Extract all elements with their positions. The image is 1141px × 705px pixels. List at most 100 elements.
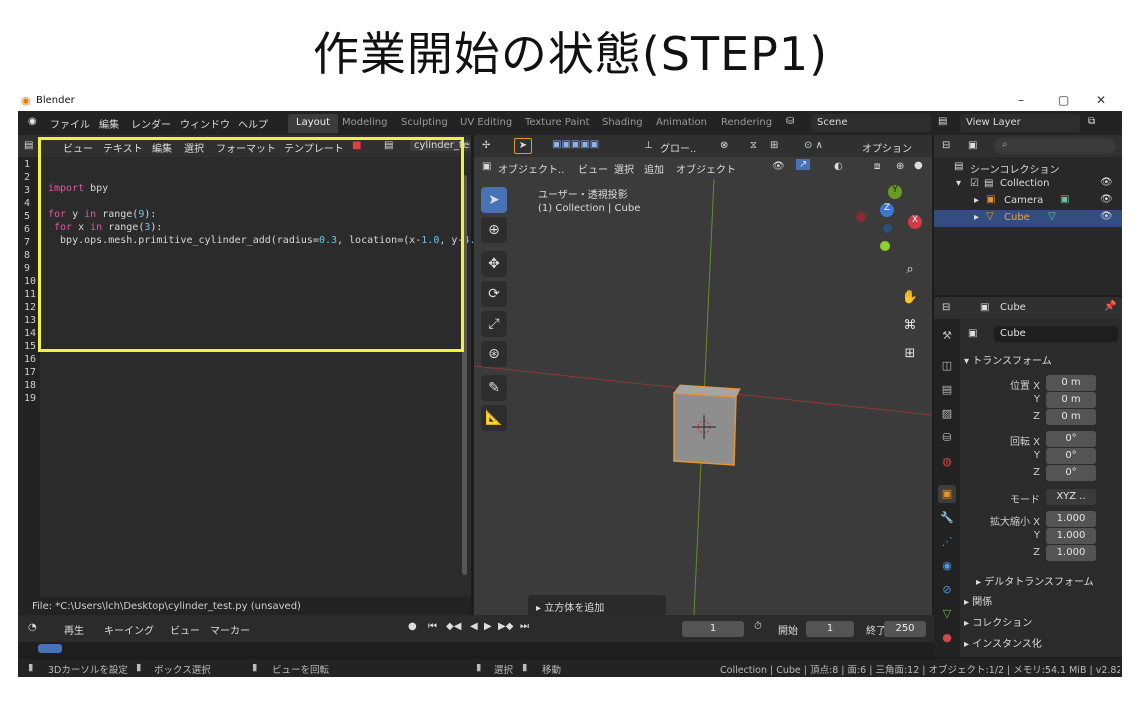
orientation-icon[interactable]: ⊥ [644, 140, 653, 151]
annotate-tool[interactable]: ✎ [481, 375, 507, 401]
end-frame-field[interactable]: 250 [884, 621, 926, 637]
gizmo-neg-z[interactable] [883, 224, 892, 233]
rotate-tool[interactable]: ⟳ [481, 281, 507, 307]
move-tool[interactable]: ✥ [481, 251, 507, 277]
new-view-layer-icon[interactable]: ⧉ [1088, 116, 1095, 127]
collections-section[interactable]: ▸ コレクション [964, 614, 1032, 629]
visibility-icon[interactable]: 👁 [772, 161, 785, 172]
text-file-name[interactable]: cylinder_test [410, 140, 470, 151]
mode-dropdown[interactable]: オブジェクト.. [498, 161, 564, 176]
scene-selector[interactable]: Scene [811, 114, 931, 132]
expand-arrow-icon[interactable]: ▾ [956, 178, 961, 189]
play-reverse-icon[interactable]: ◀ [470, 621, 478, 632]
blender-menu-icon[interactable]: ◉ [28, 116, 37, 127]
physics-tab-icon[interactable]: ◉ [938, 557, 956, 575]
jump-start-icon[interactable]: ⏮ [428, 621, 437, 632]
cursor-tool[interactable]: ⊕ [481, 217, 507, 243]
relations-section[interactable]: ▸ 関係 [964, 593, 992, 608]
tab-shading[interactable]: Shading [594, 114, 651, 133]
particles-tab-icon[interactable]: ⋰ [938, 533, 956, 551]
rotation-mode-dropdown[interactable]: XYZ .. [1046, 489, 1096, 505]
unsaved-warning-icon[interactable]: ■ [352, 140, 361, 151]
playback-menu[interactable]: 再生 [64, 622, 84, 637]
playhead[interactable] [38, 644, 62, 653]
menu-templates[interactable]: テンプレート [284, 140, 344, 155]
viewport-menu-select[interactable]: 選択 [614, 161, 634, 176]
menu-file[interactable]: ファイル [50, 116, 90, 131]
view-layer-tab-icon[interactable]: ▨ [938, 405, 956, 423]
eye-icon[interactable]: 👁 [1100, 177, 1113, 188]
outliner-row-cube[interactable]: ▸ ▽ Cube ▽ 👁 [934, 210, 1122, 227]
proportional-edit-icon[interactable]: ⊙ ∧ [804, 140, 823, 151]
options-dropdown[interactable]: オプション [862, 140, 912, 155]
shading-solid-icon[interactable]: ● [914, 160, 923, 171]
menu-render[interactable]: レンダー [131, 116, 171, 131]
current-frame-field[interactable]: 1 [682, 621, 744, 637]
viewport-menu-object[interactable]: オブジェクト [676, 161, 736, 176]
menu-edit[interactable]: 編集 [99, 116, 119, 131]
eye-icon[interactable]: 👁 [1100, 194, 1113, 205]
rotation-x-field[interactable]: 0° [1046, 431, 1096, 447]
outliner-editor-icon[interactable]: ⊟ [942, 140, 950, 151]
world-tab-icon[interactable]: ◍ [938, 453, 956, 471]
output-tab-icon[interactable]: ▤ [938, 381, 956, 399]
view-layer-icon[interactable]: ▤ [938, 116, 947, 127]
timeline-editor-icon[interactable]: ◔ [28, 622, 37, 633]
scale-z-field[interactable]: 1.000 [1046, 545, 1096, 561]
next-keyframe-icon[interactable]: ▶◆ [498, 621, 513, 632]
eye-icon[interactable]: 👁 [1100, 211, 1113, 222]
tab-sculpting[interactable]: Sculpting [393, 114, 456, 133]
select-tool-icon[interactable]: ➤ [514, 138, 532, 154]
editor-scrollbar[interactable] [462, 175, 467, 575]
scale-tool[interactable]: ⤢ [481, 311, 507, 337]
editor-type-icon[interactable]: ▤ [24, 140, 33, 151]
tab-texture-paint[interactable]: Texture Paint [517, 114, 598, 133]
jump-end-icon[interactable]: ⏭ [520, 621, 529, 632]
outliner-search-icon[interactable]: ⌕ [994, 138, 1116, 154]
location-z-field[interactable]: 0 m [1046, 409, 1096, 425]
data-tab-icon[interactable]: ▽ [938, 605, 956, 623]
perspective-toggle-icon[interactable]: ⊞ [899, 343, 921, 365]
instancing-section[interactable]: ▸ インスタンス化 [964, 635, 1042, 650]
gizmo-x[interactable]: X [908, 215, 922, 229]
menu-help[interactable]: ヘルプ [238, 116, 268, 131]
viewport-editor-type-icon[interactable]: ✢ [482, 140, 490, 151]
location-x-field[interactable]: 0 m [1046, 375, 1096, 391]
scene-collection-row[interactable]: ▤ シーンコレクション [934, 159, 1122, 176]
expand-arrow-icon[interactable]: ▸ [974, 212, 979, 223]
checkbox-icon[interactable]: ☑ [970, 178, 979, 189]
view-layer-selector[interactable]: View Layer [960, 114, 1080, 132]
gizmo-neg-y[interactable] [880, 241, 890, 251]
3d-viewport[interactable]: ✢ ➤ ▣▣▣▣▣ ⊥ グロー.. ⊗ ⧖ ⊞ ⊙ ∧ オプション ▣ オブジェ… [474, 135, 932, 615]
measure-tool[interactable]: 📐 [481, 405, 507, 431]
expand-arrow-icon[interactable]: ▸ [974, 195, 979, 206]
snap-icon[interactable]: ⧖ [750, 140, 757, 151]
delta-transform-section[interactable]: ▸ デルタトランスフォーム [976, 573, 1094, 588]
keying-menu[interactable]: キーイング [104, 622, 154, 637]
tab-uv-editing[interactable]: UV Editing [452, 114, 520, 133]
gizmo-y[interactable]: Y [888, 185, 902, 199]
start-frame-field[interactable]: 1 [806, 621, 854, 637]
location-y-field[interactable]: 0 m [1046, 392, 1096, 408]
minimize-button[interactable]: – [1018, 93, 1024, 107]
object-name-field[interactable]: Cube [994, 326, 1118, 342]
prev-keyframe-icon[interactable]: ◆◀ [446, 621, 461, 632]
tab-layout[interactable]: Layout [288, 114, 338, 133]
object-tab-icon[interactable]: ▣ [938, 485, 956, 503]
shading-wireframe-icon[interactable]: ⊕ [896, 161, 904, 172]
menu-text[interactable]: テキスト [103, 140, 143, 155]
outliner-row-collection[interactable]: ▾ ☑ ▤ Collection 👁 [934, 176, 1122, 193]
zoom-icon[interactable]: ⌕ [899, 259, 921, 281]
properties-editor-icon[interactable]: ⊟ [942, 302, 950, 313]
menu-format[interactable]: フォーマット [216, 140, 276, 155]
close-button[interactable]: ✕ [1096, 93, 1106, 107]
play-icon[interactable]: ▶ [484, 621, 492, 632]
camera-data-icon[interactable]: ▣ [1060, 194, 1069, 205]
pin-icon[interactable]: 📌 [1104, 301, 1116, 312]
menu-select[interactable]: 選択 [184, 140, 204, 155]
overlay-toggle-icon[interactable]: ◐ [834, 161, 843, 172]
gizmo-neg-x[interactable] [856, 212, 866, 222]
stopwatch-icon[interactable]: ⏱ [754, 621, 762, 632]
select-mode-icons[interactable]: ▣▣▣▣▣ [552, 139, 599, 150]
render-tab-icon[interactable]: ◫ [938, 357, 956, 375]
